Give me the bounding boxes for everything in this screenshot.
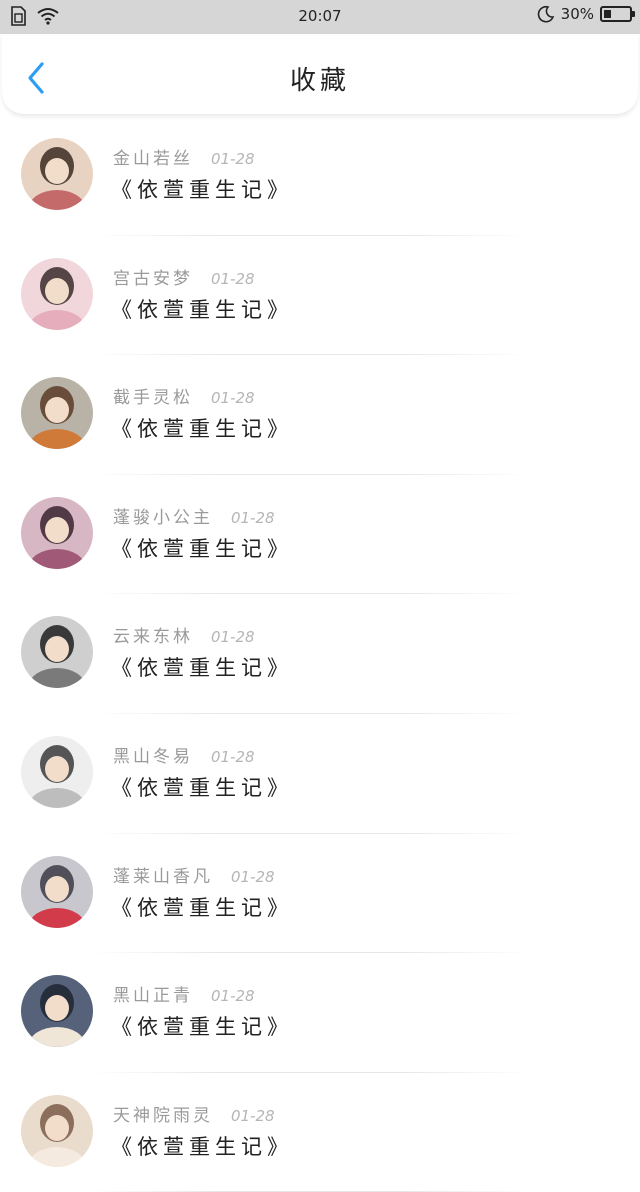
item-meta: 云来东林 01-28 — [113, 622, 255, 647]
favorite-item[interactable]: 黑山正青 01-28 《依萱重生记》 — [0, 953, 640, 1073]
book-title[interactable]: 《依萱重生记》 — [111, 533, 293, 563]
user-name: 黑山冬易 — [113, 746, 193, 767]
avatar[interactable] — [21, 855, 93, 928]
favorite-item[interactable]: 宫古安梦 01-28 《依萱重生记》 — [0, 236, 640, 356]
book-title[interactable]: 《依萱重生记》 — [111, 1131, 293, 1161]
avatar[interactable] — [21, 138, 93, 210]
favorite-item[interactable]: 天神院雨灵 01-28 《依萱重生记》 — [0, 1073, 640, 1192]
item-date: 01-28 — [211, 269, 255, 288]
item-meta: 蓬莱山香凡 01-28 — [113, 862, 275, 887]
status-icons-right: 30% — [537, 5, 635, 23]
user-name: 宫古安梦 — [113, 268, 193, 289]
favorite-item[interactable]: 蓬骏小公主 01-28 《依萱重生记》 — [0, 475, 640, 595]
avatar[interactable] — [21, 377, 93, 450]
user-name: 天神院雨灵 — [113, 1105, 213, 1126]
item-date: 01-28 — [211, 747, 255, 766]
avatar[interactable] — [21, 735, 93, 808]
book-title[interactable]: 《依萱重生记》 — [111, 772, 293, 802]
item-date: 01-28 — [231, 867, 275, 886]
favorite-item[interactable]: 云来东林 01-28 《依萱重生记》 — [0, 594, 640, 714]
item-meta: 黑山正青 01-28 — [113, 981, 255, 1006]
user-name: 金山若丝 — [113, 149, 193, 169]
avatar[interactable] — [21, 1094, 93, 1167]
battery-percent: 30% — [560, 5, 594, 23]
avatar[interactable] — [21, 496, 93, 569]
book-title[interactable]: 《依萱重生记》 — [111, 1011, 293, 1041]
book-title[interactable]: 《依萱重生记》 — [111, 892, 293, 922]
user-name: 截手灵松 — [113, 388, 193, 409]
book-title[interactable]: 《依萱重生记》 — [111, 652, 293, 682]
favorite-item[interactable]: 蓬莱山香凡 01-28 《依萱重生记》 — [0, 834, 640, 954]
status-bar: 20:07 30% — [0, 0, 640, 34]
item-meta: 金山若丝 01-28 — [113, 144, 255, 169]
item-meta: 黑山冬易 01-28 — [113, 742, 255, 767]
item-date: 01-28 — [211, 987, 255, 1006]
user-name: 黑山正青 — [113, 986, 193, 1007]
app-header: 收藏 — [2, 34, 638, 115]
item-date: 01-28 — [231, 508, 275, 527]
item-meta: 天神院雨灵 01-28 — [113, 1101, 275, 1126]
favorite-item[interactable]: 截手灵松 01-28 《依萱重生记》 — [0, 355, 640, 475]
favorite-item[interactable]: 金山若丝 01-28 《依萱重生记》 — [0, 116, 640, 236]
user-name: 云来东林 — [113, 627, 193, 648]
item-date: 01-28 — [211, 628, 255, 647]
favorites-list: 金山若丝 01-28 《依萱重生记》 宫古安梦 01-28 《依萱重生记》 截手灵松 01-2… — [0, 116, 640, 1192]
user-name: 蓬莱山香凡 — [113, 866, 213, 887]
user-name: 蓬骏小公主 — [113, 507, 213, 528]
avatar[interactable] — [21, 975, 93, 1048]
book-title[interactable]: 《依萱重生记》 — [111, 413, 293, 443]
moon-icon — [537, 5, 554, 23]
battery-icon — [600, 6, 635, 22]
item-meta: 截手灵松 01-28 — [113, 383, 255, 408]
item-date: 01-28 — [231, 1106, 275, 1125]
book-title[interactable]: 《依萱重生记》 — [111, 174, 293, 204]
avatar[interactable] — [21, 616, 93, 689]
page-title: 收藏 — [289, 66, 350, 96]
book-title[interactable]: 《依萱重生记》 — [111, 294, 293, 324]
item-date: 01-28 — [211, 150, 255, 168]
item-date: 01-28 — [211, 389, 255, 408]
avatar[interactable] — [21, 257, 93, 330]
favorite-item[interactable]: 黑山冬易 01-28 《依萱重生记》 — [0, 714, 640, 834]
item-meta: 蓬骏小公主 01-28 — [113, 503, 275, 528]
battery-level — [604, 10, 611, 18]
item-meta: 宫古安梦 01-28 — [113, 264, 255, 289]
